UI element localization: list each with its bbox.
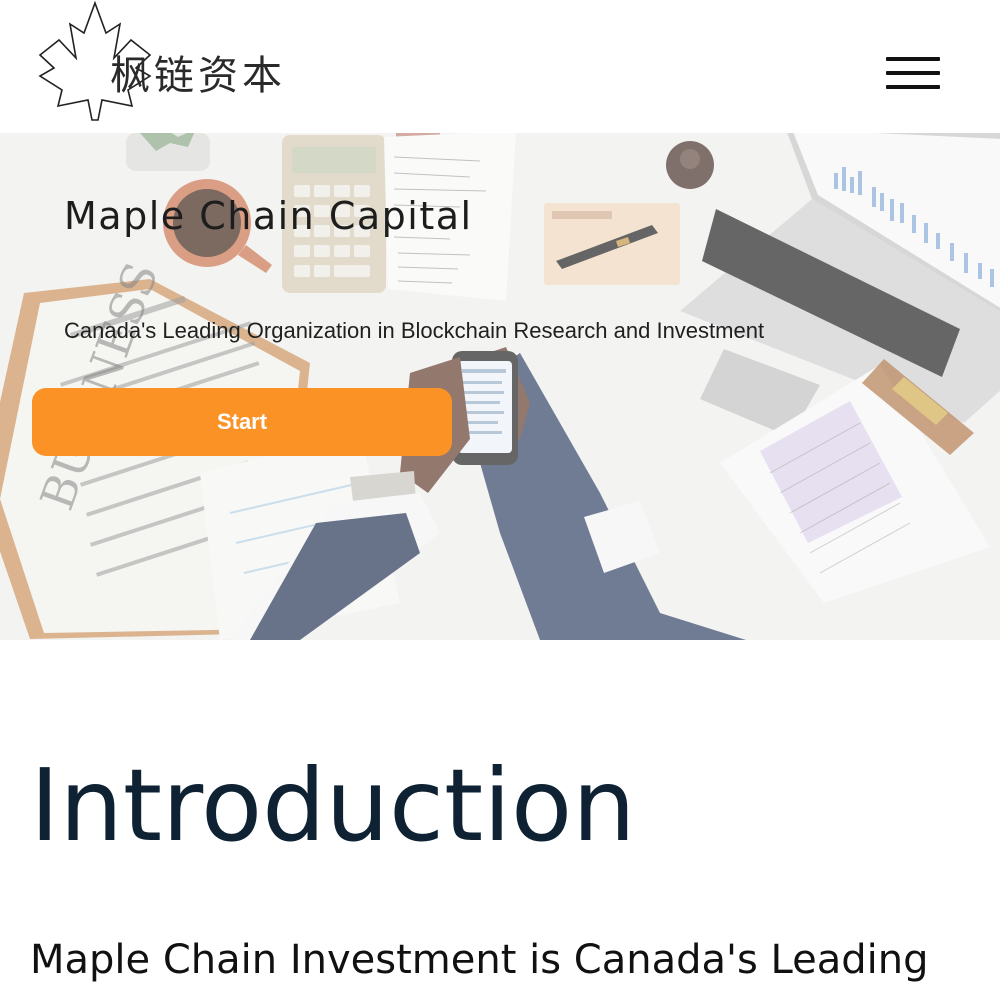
- introduction-text: Maple Chain Investment is Canada's Leadi…: [30, 937, 929, 983]
- hero-subtitle: Canada's Leading Organization in Blockch…: [64, 318, 765, 343]
- logo-text: 枫链资本: [110, 53, 286, 99]
- menu-bar: [886, 71, 940, 75]
- site-header: 枫链资本: [0, 0, 1000, 133]
- brand-logo[interactable]: 枫链资本: [28, 0, 282, 125]
- menu-bar: [886, 85, 940, 89]
- start-button[interactable]: Start: [32, 388, 452, 456]
- menu-button[interactable]: [886, 54, 942, 92]
- introduction-heading: Introduction: [30, 747, 636, 864]
- menu-bar: [886, 57, 940, 61]
- hero-title: Maple Chain Capital: [64, 194, 473, 238]
